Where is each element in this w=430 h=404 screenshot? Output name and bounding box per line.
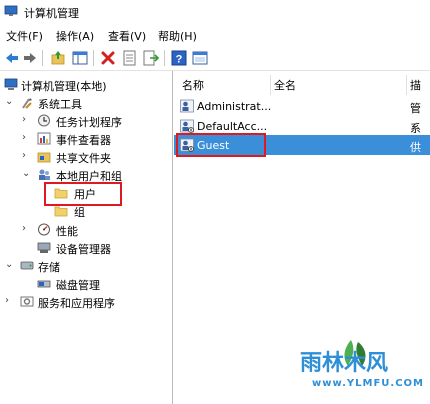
performance-icon [38, 223, 50, 236]
svg-text:?: ? [176, 54, 183, 66]
title-bar: 计算机管理 [0, 0, 430, 24]
column-header-description[interactable]: 描 [410, 77, 421, 95]
column-separator[interactable] [406, 75, 407, 95]
watermark-brand: 雨林木风 [300, 351, 388, 376]
user-description: 管 [410, 102, 421, 115]
chevron-down-icon[interactable]: ⌄ [5, 259, 15, 270]
show-hide-tree-icon[interactable] [72, 50, 88, 66]
chevron-right-icon[interactable]: › [22, 132, 32, 143]
user-description: 系 [410, 122, 421, 135]
tree-item-label: 任务计划程序 [56, 116, 122, 129]
computer-management-icon [4, 5, 18, 16]
properties-icon[interactable] [122, 50, 138, 66]
highlight-box-users [44, 182, 122, 206]
tree-item-label: 事件查看器 [56, 134, 111, 147]
watermark-url: www.YLMFU.COM [312, 378, 424, 389]
disk-management-icon [37, 280, 51, 288]
tree-pane[interactable]: 计算机管理(本地) ⌄ 系统工具 › 任务计划程序 › 事件查看器 › 共享文件… [0, 71, 173, 404]
watermark-logo: 雨林木风 [300, 340, 388, 376]
column-header-fullname[interactable]: 全名 [274, 77, 296, 95]
menu-action[interactable]: 操作(A) [56, 28, 94, 44]
tree-item-label: 服务和应用程序 [38, 297, 115, 310]
toolbar: ? [0, 46, 430, 71]
services-icon [20, 296, 34, 307]
tree-item-label: 存储 [38, 261, 60, 274]
chevron-right-icon[interactable]: › [5, 295, 15, 306]
user-row[interactable]: Administrat... 管 [174, 96, 430, 116]
tree-item-label: 磁盘管理 [56, 279, 100, 292]
computer-management-icon [4, 78, 18, 90]
tree-item-label: 系统工具 [38, 98, 82, 111]
user-icon [180, 119, 194, 133]
chevron-right-icon[interactable]: › [22, 150, 32, 161]
column-header-name[interactable]: 名称 [182, 77, 204, 95]
up-folder-icon[interactable] [50, 50, 66, 66]
menu-file[interactable]: 文件(F) [6, 28, 43, 44]
chevron-down-icon[interactable]: ⌄ [22, 168, 32, 179]
tree-item-label: 设备管理器 [56, 243, 111, 256]
user-name: Administrat... [197, 100, 272, 113]
tree-item-label: 共享文件夹 [56, 152, 111, 165]
event-viewer-icon [37, 132, 51, 145]
highlight-box-guest [176, 133, 266, 157]
delete-icon[interactable] [100, 50, 116, 66]
user-icon [180, 99, 194, 113]
tree-item-label: 性能 [56, 225, 78, 238]
menu-bar: 文件(F) 操作(A) 查看(V) 帮助(H) [0, 26, 430, 44]
menu-view[interactable]: 查看(V) [108, 28, 146, 44]
users-group-icon [39, 169, 50, 180]
storage-icon [20, 261, 34, 270]
toolbar-separator [164, 50, 165, 66]
menu-help[interactable]: 帮助(H) [158, 28, 197, 44]
tree-item-label: 组 [74, 206, 85, 219]
user-description: 供 [410, 141, 421, 154]
help-icon[interactable]: ? [171, 50, 187, 66]
chevron-down-icon[interactable]: ⌄ [5, 96, 15, 107]
chevron-right-icon[interactable]: › [22, 114, 32, 125]
toolbar-separator [93, 50, 94, 66]
window-title: 计算机管理 [24, 7, 79, 20]
device-manager-icon [37, 242, 51, 253]
shared-folder-icon [37, 152, 51, 163]
tools-icon [22, 98, 32, 109]
watermark: 雨林木风 www.YLMFU.COM [296, 336, 423, 398]
console-icon[interactable] [192, 50, 208, 66]
user-name: DefaultAcc... [197, 120, 268, 133]
column-separator[interactable] [270, 75, 271, 95]
toolbar-separator [42, 50, 43, 66]
chevron-right-icon[interactable]: › [22, 223, 32, 234]
export-list-icon[interactable] [143, 50, 159, 66]
forward-icon[interactable] [22, 50, 38, 66]
clock-icon [38, 114, 50, 127]
tree-item-label: 计算机管理(本地) [21, 80, 107, 93]
back-icon[interactable] [4, 50, 20, 66]
